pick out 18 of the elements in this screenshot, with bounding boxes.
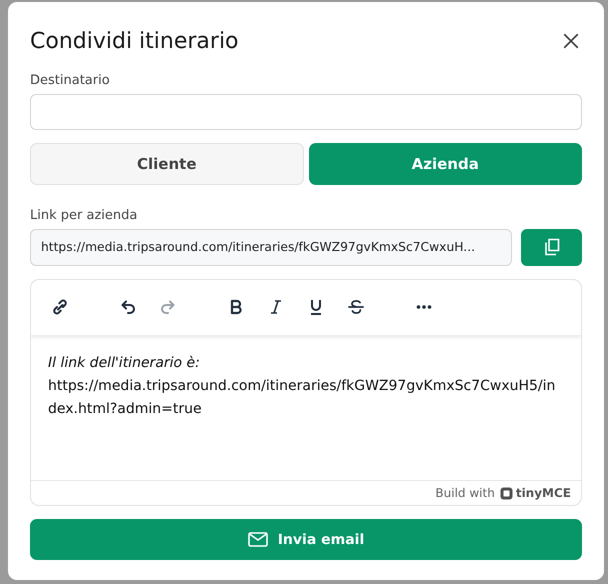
link-field[interactable]: https://media.tripsaround.com/itineraries/fkGWZ97gvKmxSc7CwxuH... — [30, 228, 512, 266]
close-icon[interactable] — [562, 32, 580, 50]
mail-icon — [248, 532, 268, 547]
branding-text: Build with — [435, 486, 495, 500]
field-label: Link per azienda — [30, 208, 138, 223]
tinymce-link[interactable]: tinyMCE — [500, 486, 571, 500]
copy-button[interactable] — [521, 228, 582, 266]
recipient-type-toggle[interactable]: Azienda — [308, 142, 582, 185]
logo-icon — [500, 486, 513, 500]
recipient-field[interactable] — [30, 94, 582, 130]
send-email-button[interactable]: Invia email — [30, 519, 582, 560]
editor-text: https://media.tripsaround.com/itineraries/fkGWZ97gvKmxSc7CwxuH5/index.html?admin=true — [48, 376, 556, 419]
dialog-title: Condividi itinerario — [30, 28, 239, 54]
editor-text: Il link dell'itinerario è: — [48, 354, 201, 373]
recipient-type-toggle[interactable]: Cliente — [30, 142, 304, 185]
more-icon — [416, 305, 432, 310]
field-label: Destinatario — [30, 72, 111, 88]
copy-icon — [544, 238, 560, 256]
